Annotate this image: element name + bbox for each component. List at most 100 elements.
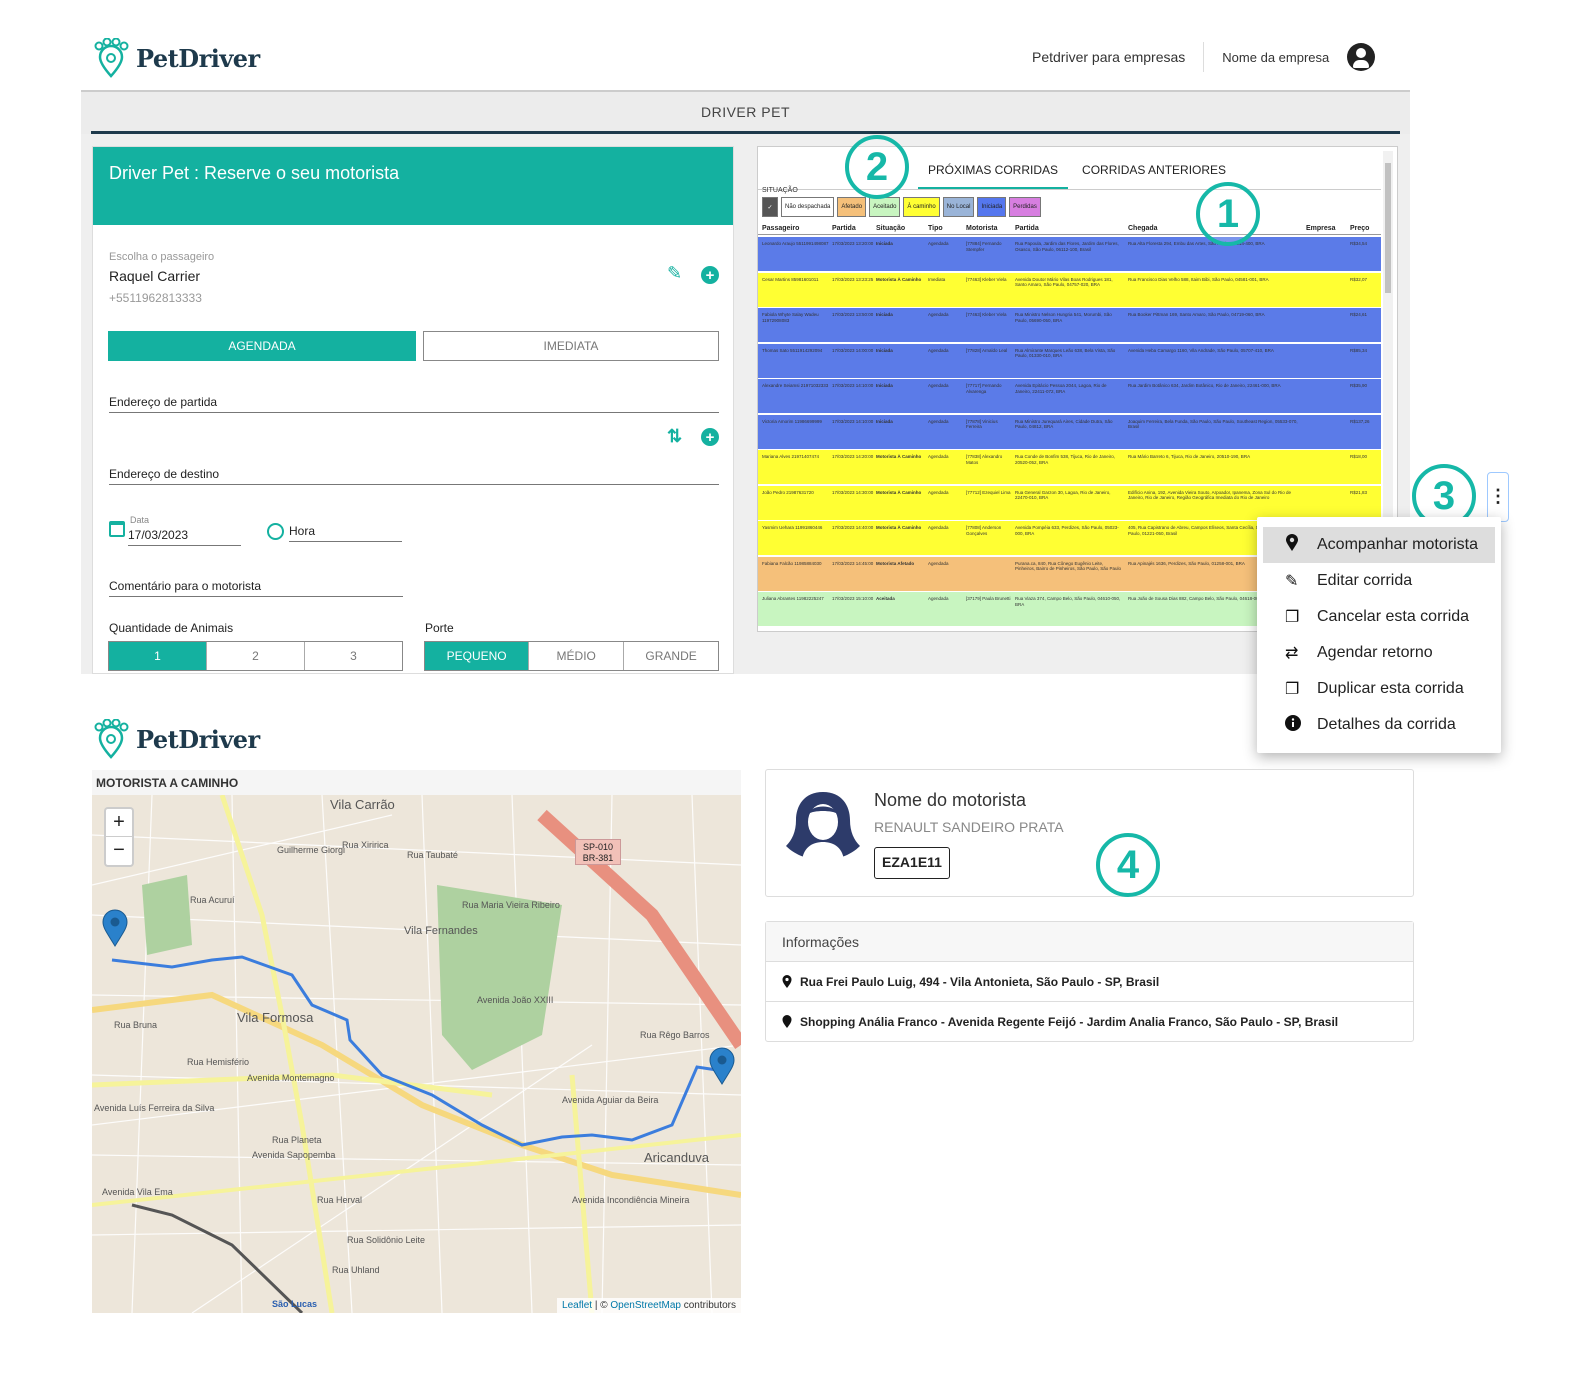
size-option-small[interactable]: PEQUENO bbox=[425, 642, 529, 670]
driver-name: Nome do motorista bbox=[874, 790, 1027, 810]
zoom-in-button[interactable]: + bbox=[106, 809, 132, 837]
date-field[interactable]: 17/03/2023 bbox=[128, 528, 241, 546]
table-row[interactable]: Cesar Martins 85981601011 17/03/2023 13:2… bbox=[758, 272, 1381, 308]
destination-field[interactable]: Endereço de destino bbox=[109, 467, 719, 485]
add-passenger-icon[interactable]: + bbox=[701, 266, 719, 284]
column-header[interactable]: Chegada bbox=[1128, 225, 1158, 232]
map-label: Avenida Sapopemba bbox=[252, 1150, 336, 1160]
map-label: Aricanduva bbox=[644, 1150, 710, 1165]
app-title: DRIVER PET bbox=[700, 104, 790, 120]
column-header[interactable]: Tipo bbox=[928, 225, 943, 232]
table-cell: Agendada bbox=[928, 418, 949, 424]
table-cell: Rua Almirante Marques Leão 638, Bela Vis… bbox=[1015, 347, 1116, 359]
column-header[interactable]: Preço bbox=[1350, 225, 1369, 232]
situation-filter-chip[interactable]: Perdidas bbox=[1009, 197, 1041, 217]
table-cell: R$35,90 bbox=[1350, 383, 1368, 388]
map-label: Rua Herval bbox=[317, 1195, 363, 1205]
situation-filter-chip[interactable]: À caminho bbox=[903, 197, 940, 217]
situation-filter-chip[interactable]: No Local bbox=[942, 197, 975, 217]
situation-filter-chip[interactable]: Não despachada bbox=[781, 197, 835, 217]
situation-filter-chip[interactable]: Aceitado bbox=[869, 197, 901, 217]
map-label: Rua Rêgo Barros bbox=[640, 1030, 710, 1040]
mode-scheduled-button[interactable]: AGENDADA bbox=[108, 331, 416, 361]
menu-item-ride-details[interactable]: Detalhes da corrida bbox=[1263, 707, 1495, 743]
company-name[interactable]: Nome da empresa bbox=[1222, 50, 1329, 65]
table-cell: R$85,34 bbox=[1350, 347, 1368, 353]
table-cell: R$32,07 bbox=[1350, 276, 1368, 282]
date-label: Data bbox=[130, 515, 150, 525]
swap-addresses-icon[interactable]: ⇅ bbox=[667, 426, 682, 447]
table-cell: Motorista À Caminho bbox=[876, 525, 922, 530]
animals-option-1[interactable]: 1 bbox=[109, 642, 206, 670]
row-actions-kebab-icon[interactable]: ⋮ bbox=[1487, 472, 1509, 522]
comment-field[interactable]: Comentário para o motorista bbox=[109, 579, 403, 597]
table-row[interactable]: Mariana Alves 21971407474 17/03/2023 14:2… bbox=[758, 450, 1381, 485]
form-header: Driver Pet : Reserve o seu motorista bbox=[93, 147, 733, 225]
map-attribution: Leaflet | © OpenStreetMap contributors bbox=[557, 1298, 741, 1313]
table-cell: Rua Conde de Bonfim 538, Tijuca, Rio de … bbox=[1015, 454, 1116, 465]
brand-logo[interactable]: PetDriver bbox=[92, 38, 260, 78]
brand-name: PetDriver bbox=[136, 43, 260, 73]
driver-avatar-icon bbox=[786, 792, 860, 860]
table-cell: [77884] Fernando Stempfer bbox=[966, 241, 1002, 252]
table-row[interactable]: João Pedro 21987631720 17/03/2023 14:30:0… bbox=[758, 485, 1381, 521]
menu-item-track-driver[interactable]: Acompanhar motorista bbox=[1263, 527, 1495, 563]
map-pin-icon bbox=[1285, 533, 1317, 557]
table-row[interactable]: Fabiola Whyte Salay Wadeu 11972908083 17/… bbox=[758, 308, 1381, 343]
table-cell: 17/03/2023 14:40:00 bbox=[832, 525, 874, 530]
brand-logo-secondary[interactable]: PetDriver bbox=[92, 719, 260, 759]
map-pin-icon bbox=[782, 1015, 792, 1028]
table-row[interactable]: Victoria Amorim 11986699999 17/03/2023 14… bbox=[758, 414, 1381, 450]
tab-upcoming-rides[interactable]: PRÓXIMAS CORRIDAS bbox=[918, 159, 1069, 189]
animals-option-2[interactable]: 2 bbox=[206, 642, 304, 670]
add-stop-icon[interactable]: + bbox=[701, 428, 719, 446]
menu-item-edit-ride[interactable]: ✎ Editar corrida bbox=[1263, 563, 1495, 599]
origin-marker-icon[interactable] bbox=[102, 909, 128, 947]
table-row[interactable]: Thomas Sato 5511914292094 17/03/2023 14:0… bbox=[758, 343, 1381, 379]
table-row[interactable]: Leonardo Araujo 5511991498087 17/03/2023 … bbox=[758, 237, 1381, 272]
zoom-out-button[interactable]: − bbox=[106, 837, 132, 865]
map-label: Rua Planeta bbox=[272, 1135, 322, 1145]
situation-filter-chip[interactable]: Afetado bbox=[837, 197, 867, 217]
tab-previous-rides[interactable]: CORRIDAS ANTERIORES bbox=[1072, 159, 1236, 189]
leaflet-link[interactable]: Leaflet bbox=[562, 1300, 592, 1311]
table-cell: Mariana Alves 21971407474 bbox=[762, 454, 820, 459]
origin-field[interactable]: Endereço de partida bbox=[109, 395, 719, 413]
passenger-name[interactable]: Raquel Carrier bbox=[109, 268, 200, 284]
column-header[interactable]: Motorista bbox=[966, 225, 998, 232]
table-cell: Agendada bbox=[928, 560, 949, 566]
booking-form: Driver Pet : Reserve o seu motorista Esc… bbox=[92, 146, 734, 674]
destination-marker-icon[interactable] bbox=[709, 1047, 735, 1085]
situation-filter-chip[interactable]: Iniciada bbox=[977, 197, 1007, 217]
table-cell: Avenida Heba Camargo 1160, Vila Andrade,… bbox=[1128, 347, 1274, 353]
time-field[interactable]: Hora bbox=[289, 524, 402, 542]
size-option-medium[interactable]: MÉDIO bbox=[528, 642, 623, 670]
osm-link[interactable]: OpenStreetMap bbox=[610, 1300, 681, 1311]
size-option-large[interactable]: GRANDE bbox=[623, 642, 718, 670]
column-header[interactable]: Partida bbox=[832, 225, 856, 232]
column-header[interactable]: Passageiro bbox=[762, 225, 799, 232]
animals-option-3[interactable]: 3 bbox=[304, 642, 402, 670]
column-header[interactable]: Situação bbox=[876, 225, 905, 232]
table-cell: Aceitada bbox=[876, 596, 895, 601]
license-plate: EZA1E11 bbox=[874, 847, 950, 879]
table-cell: Motorista À Caminho bbox=[876, 454, 922, 459]
mode-immediate-button[interactable]: IMEDIATA bbox=[423, 331, 719, 361]
edit-passenger-icon[interactable]: ✎ bbox=[667, 263, 682, 284]
situation-filter-chip[interactable]: ✓ bbox=[762, 197, 778, 217]
table-cell: 17/03/2023 14:10:00 bbox=[832, 418, 874, 424]
business-link[interactable]: Petdriver para empresas bbox=[1032, 49, 1185, 65]
table-row[interactable]: Alexandre Seiamsi 21971032333 17/03/2023 … bbox=[758, 379, 1381, 414]
vehicle-model: RENAULT SANDEIRO PRATA bbox=[874, 819, 1064, 835]
column-header[interactable]: Partida bbox=[1015, 225, 1039, 232]
menu-item-schedule-return[interactable]: ⇄ Agendar retorno bbox=[1263, 635, 1495, 671]
column-header[interactable]: Empresa bbox=[1306, 225, 1336, 232]
map-title: MOTORISTA A CAMINHO bbox=[92, 770, 741, 795]
menu-item-duplicate-ride[interactable]: ❐ Duplicar esta corrida bbox=[1263, 671, 1495, 707]
route-map[interactable]: Vila Carrão Vila Fernandes Vila Formosa … bbox=[92, 795, 741, 1313]
table-cell: [37179] Paula Brunetti bbox=[966, 596, 1011, 601]
table-cell: Purana.ca, 840, Rua Cônego Eugênio Leite… bbox=[1015, 560, 1122, 572]
account-icon[interactable] bbox=[1347, 43, 1376, 71]
copy-icon: ❐ bbox=[1285, 681, 1300, 698]
menu-item-cancel-ride[interactable]: ❐ Cancelar esta corrida bbox=[1263, 599, 1495, 635]
